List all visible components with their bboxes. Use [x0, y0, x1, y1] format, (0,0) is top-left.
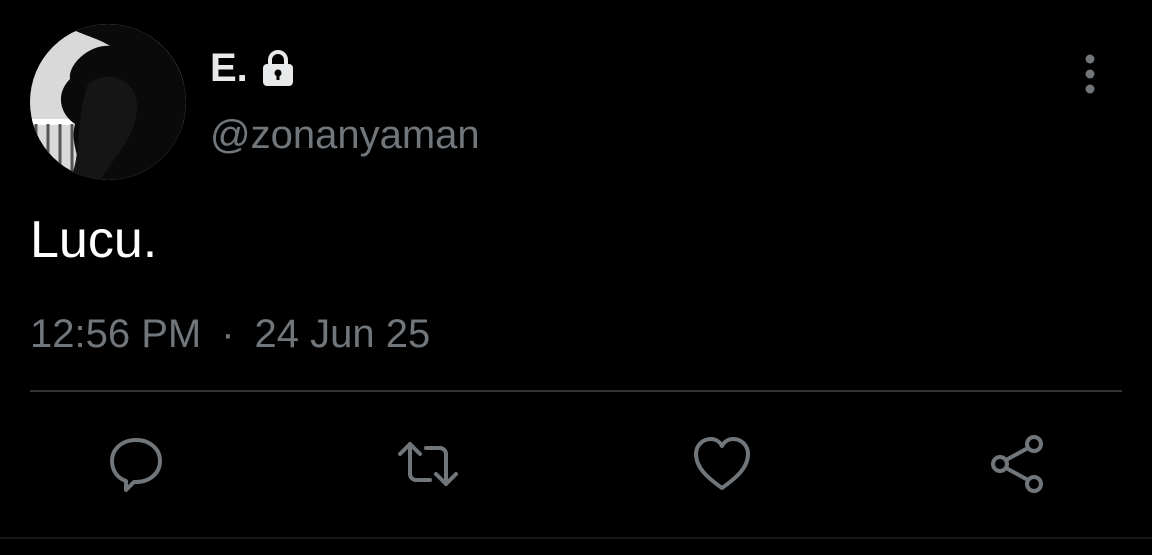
more-options-button[interactable]	[1070, 52, 1110, 96]
retweet-icon	[398, 442, 458, 486]
tweet-date[interactable]: 24 Jun 25	[255, 310, 431, 358]
divider	[30, 390, 1122, 392]
heart-icon	[694, 437, 750, 490]
user-handle[interactable]: @zonanyaman	[210, 112, 480, 158]
share-button[interactable]	[986, 432, 1050, 496]
reply-button[interactable]	[104, 432, 168, 496]
meta-separator: ·	[221, 312, 235, 356]
like-button[interactable]	[690, 432, 754, 496]
avatar[interactable]	[30, 24, 186, 180]
bottom-divider	[0, 537, 1152, 539]
more-vertical-icon	[1085, 54, 1095, 94]
display-name[interactable]: E.	[210, 46, 298, 90]
tweet-text: Lucu.	[30, 211, 158, 269]
reply-icon	[110, 438, 162, 492]
retweet-button[interactable]	[396, 432, 460, 496]
tweet-timestamp[interactable]: 12:56 PM · 24 Jun 25	[30, 310, 430, 358]
lock-icon	[258, 48, 298, 88]
share-icon	[991, 435, 1043, 493]
tweet-time[interactable]: 12:56 PM	[30, 310, 201, 358]
display-name-text[interactable]: E.	[210, 46, 248, 90]
